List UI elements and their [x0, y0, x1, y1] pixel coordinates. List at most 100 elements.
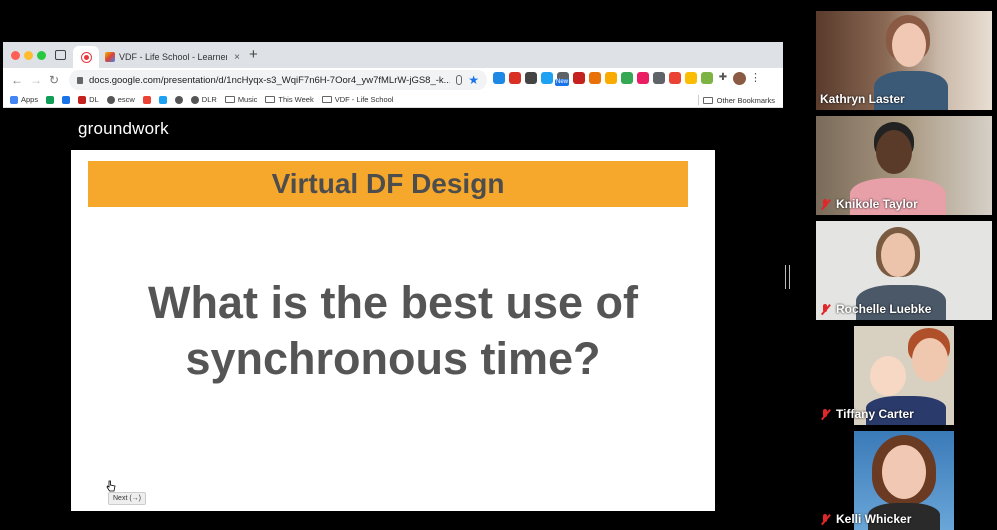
slide[interactable]: Virtual DF Design What is the best use o…	[71, 150, 715, 511]
bookmark-gmail[interactable]	[142, 95, 151, 104]
resize-handle[interactable]	[785, 265, 790, 289]
bookmark-folder-music[interactable]: Music	[224, 95, 258, 104]
bookmarks-bar: Apps DL escw DLR Music This Week VDF - L…	[3, 92, 783, 108]
participant-tile[interactable]: Rochelle Luebke	[816, 221, 992, 320]
globe-icon	[174, 95, 183, 104]
hand-cursor-icon	[106, 480, 116, 492]
puzzle-icon[interactable]: ✚	[717, 72, 729, 84]
participant-name-label: Tiffany Carter	[836, 407, 914, 421]
classroom-icon	[62, 95, 71, 104]
bookmark-folder-this-week[interactable]: This Week	[265, 95, 314, 104]
globe-icon	[190, 95, 199, 104]
next-tooltip: Next (→)	[108, 492, 146, 505]
bookmark-folder-vdf[interactable]: VDF - Life School	[321, 95, 394, 104]
other-bookmarks[interactable]: Other Bookmarks	[697, 95, 775, 105]
new-badge: New	[555, 79, 570, 86]
extension-icon[interactable]	[525, 72, 537, 84]
moon-extension-icon[interactable]	[653, 72, 665, 84]
bookmark-label: Music	[237, 95, 258, 104]
extension-icon[interactable]	[493, 72, 505, 84]
brand-logo-text: groundwork	[78, 119, 169, 138]
close-window-button[interactable]	[11, 51, 20, 60]
microphone-muted-icon	[820, 303, 831, 315]
apps-grid-icon	[10, 95, 18, 104]
bookmark-twitter[interactable]	[158, 95, 167, 104]
bookmark-drive[interactable]	[46, 95, 55, 104]
participant-tile[interactable]: Tiffany Carter	[816, 326, 992, 425]
twitter-extension-icon[interactable]	[541, 72, 553, 84]
extension-icon[interactable]	[637, 72, 649, 84]
extension-new-icon[interactable]: New	[555, 72, 570, 86]
participant-tile[interactable]: Knikole Taylor	[816, 116, 992, 215]
folder-icon	[265, 96, 276, 103]
tab-search-icon[interactable]	[55, 50, 66, 60]
bookmark-label: DLR	[201, 95, 217, 104]
maximize-window-button[interactable]	[37, 51, 46, 60]
dl-icon	[78, 95, 87, 104]
address-bar[interactable]: docs.google.com/presentation/d/1ncHyqx-s…	[69, 70, 487, 90]
participant-face	[876, 130, 912, 174]
browser-window: VDF - Life School - Learner W... × + ← →…	[3, 42, 783, 108]
participant-tile[interactable]: Kelli Whicker	[816, 431, 992, 530]
participant-name: Kathryn Laster	[820, 92, 905, 106]
baby-face	[870, 356, 906, 396]
slide-banner: Virtual DF Design	[88, 161, 688, 207]
other-bookmarks-label: Other Bookmarks	[716, 95, 775, 105]
participant-name-label: Kelli Whicker	[836, 512, 912, 526]
bookmark-apps[interactable]: Apps	[10, 95, 38, 104]
extension-icon[interactable]	[669, 72, 681, 84]
bookmark-dl[interactable]: DL	[78, 95, 99, 104]
bookmark-classroom[interactable]	[62, 95, 71, 104]
tab-active[interactable]: VDF - Life School - Learner W... ×	[99, 46, 243, 68]
slide-question: What is the best use of synchronous time…	[71, 275, 715, 387]
extension-icon[interactable]	[573, 72, 585, 84]
microphone-muted-icon	[820, 198, 831, 210]
bookmark-label: DL	[89, 95, 99, 104]
tab-pinned[interactable]	[73, 46, 99, 68]
participant-tile[interactable]: Kathryn Laster	[816, 11, 992, 110]
participant-face	[881, 233, 915, 277]
extensions-bar: New ✚ ⋮	[493, 72, 761, 86]
extension-icon[interactable]	[605, 72, 617, 84]
microphone-icon[interactable]	[456, 75, 463, 85]
bookmark-label: This Week	[278, 95, 314, 104]
browser-toolbar: ← → ↻ docs.google.com/presentation/d/1nc…	[3, 68, 783, 92]
tab-title: VDF - Life School - Learner W...	[119, 52, 227, 62]
bookmark-star-icon[interactable]: ★	[468, 73, 479, 87]
gmail-icon	[142, 95, 151, 104]
twitter-icon	[158, 95, 167, 104]
back-button[interactable]: ←	[11, 72, 23, 88]
red-circle-icon	[81, 52, 91, 62]
forward-button[interactable]: →	[30, 72, 42, 88]
participant-face	[892, 23, 926, 67]
folder-icon	[224, 96, 235, 103]
extension-icon[interactable]	[621, 72, 633, 84]
participant-name: Kelli Whicker	[820, 512, 911, 526]
browser-menu-icon[interactable]: ⋮	[750, 72, 761, 85]
tab-close-icon[interactable]: ×	[231, 52, 243, 63]
folder-icon	[702, 96, 713, 104]
question-line-2: synchronous time?	[185, 333, 601, 384]
extension-icon[interactable]	[589, 72, 601, 84]
gmail-extension-icon[interactable]	[509, 72, 521, 84]
bookmark-escw[interactable]: escw	[106, 95, 135, 104]
participant-face	[882, 445, 926, 499]
bookmark-label: VDF - Life School	[334, 95, 394, 104]
extension-icon[interactable]	[701, 72, 713, 84]
profile-avatar[interactable]	[733, 72, 746, 85]
extension-icon[interactable]	[685, 72, 697, 84]
lock-icon	[77, 76, 83, 84]
question-line-1: What is the best use of	[147, 277, 639, 328]
bookmark-label: escw	[117, 95, 135, 104]
minimize-window-button[interactable]	[24, 51, 33, 60]
bookmark-label: Apps	[21, 95, 39, 104]
participant-name-label: Rochelle Luebke	[836, 302, 932, 316]
microphone-muted-icon	[820, 408, 831, 420]
new-tab-button[interactable]: +	[249, 47, 258, 63]
divider	[697, 95, 699, 105]
bookmark-globe[interactable]	[174, 95, 183, 104]
bookmark-dlr[interactable]: DLR	[190, 95, 217, 104]
drive-icon	[46, 95, 55, 104]
reload-button[interactable]: ↻	[49, 72, 59, 88]
folder-icon	[321, 96, 332, 103]
